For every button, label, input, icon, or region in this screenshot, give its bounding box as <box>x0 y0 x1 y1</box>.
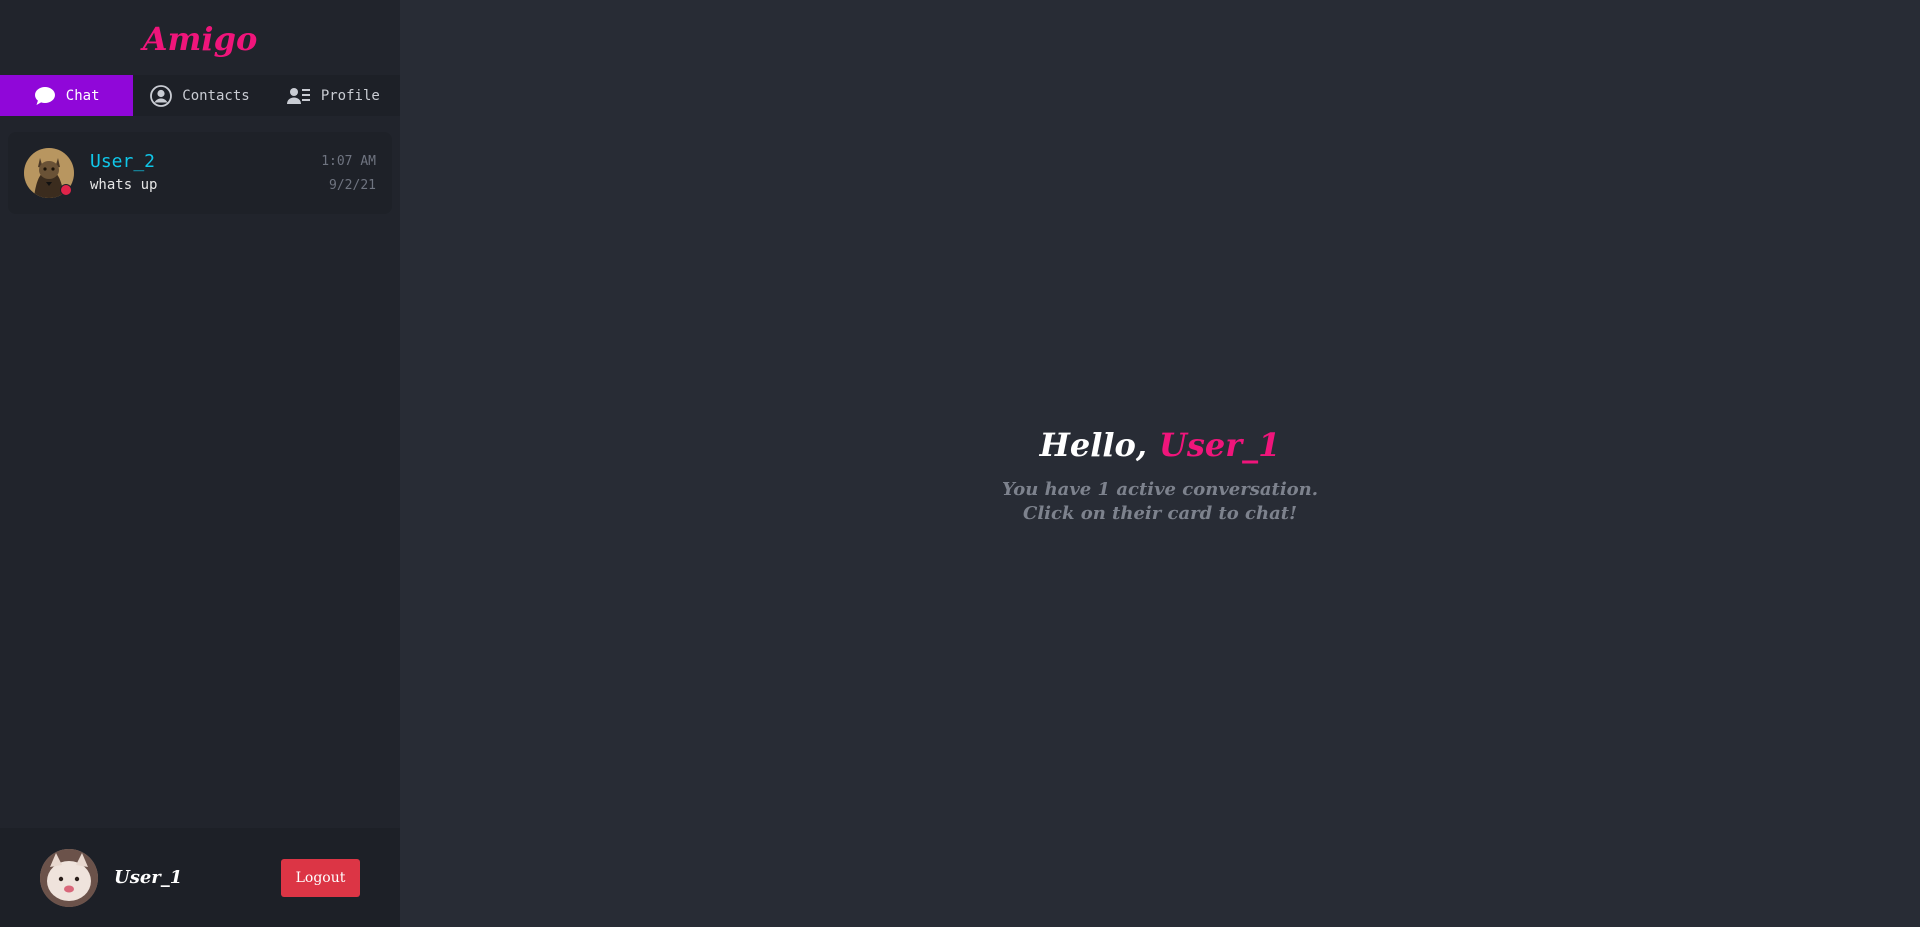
tab-contacts-label: Contacts <box>182 87 250 104</box>
tab-profile-label: Profile <box>320 87 380 104</box>
status-dot <box>60 184 72 196</box>
main-panel: Hello, User_1 You have 1 active conversat… <box>400 0 1920 927</box>
brand-logo: Amigo <box>142 19 258 58</box>
profile-card-icon <box>286 86 311 106</box>
conversation-card[interactable]: User_2 whats up 1:07 AM 9/2/21 <box>8 132 392 214</box>
tab-contacts[interactable]: Contacts <box>133 75 266 116</box>
logout-button[interactable]: Logout <box>281 858 360 897</box>
greeting-text: Hello, <box>1039 426 1147 464</box>
user-footer: User_1 Logout <box>0 828 400 927</box>
message-date: 9/2/21 <box>329 178 376 193</box>
current-username: User_1 <box>114 867 183 888</box>
sidebar-tabs: Chat Contacts Profile <box>0 75 400 116</box>
sidebar: Amigo Chat Contacts Profile User_2 whats… <box>0 0 400 927</box>
user-circle-icon <box>150 84 173 107</box>
contact-avatar-wrap <box>24 148 74 198</box>
message-time: 1:07 AM <box>321 154 376 169</box>
tab-chat[interactable]: Chat <box>0 75 134 116</box>
active-conversations-text: You have 1 active conversation. <box>1001 479 1319 500</box>
greeting-heading: Hello, User_1 <box>1002 426 1318 464</box>
conversation-meta: 1:07 AM 9/2/21 <box>321 150 376 198</box>
user-avatar <box>40 848 98 907</box>
welcome-subtitle: You have 1 active conversation. Click on… <box>1002 478 1318 526</box>
welcome-message: Hello, User_1 You have 1 active conversat… <box>1002 426 1318 526</box>
instruction-text: Click on their card to chat! <box>1023 503 1297 524</box>
tab-profile[interactable]: Profile <box>267 75 400 116</box>
app-root: Amigo Chat Contacts Profile User_2 whats… <box>0 0 1920 927</box>
conversation-list: User_2 whats up 1:07 AM 9/2/21 <box>0 116 400 214</box>
chat-bubble-icon <box>34 86 56 106</box>
greeting-username: User_1 <box>1158 426 1281 464</box>
tab-chat-label: Chat <box>65 87 100 104</box>
